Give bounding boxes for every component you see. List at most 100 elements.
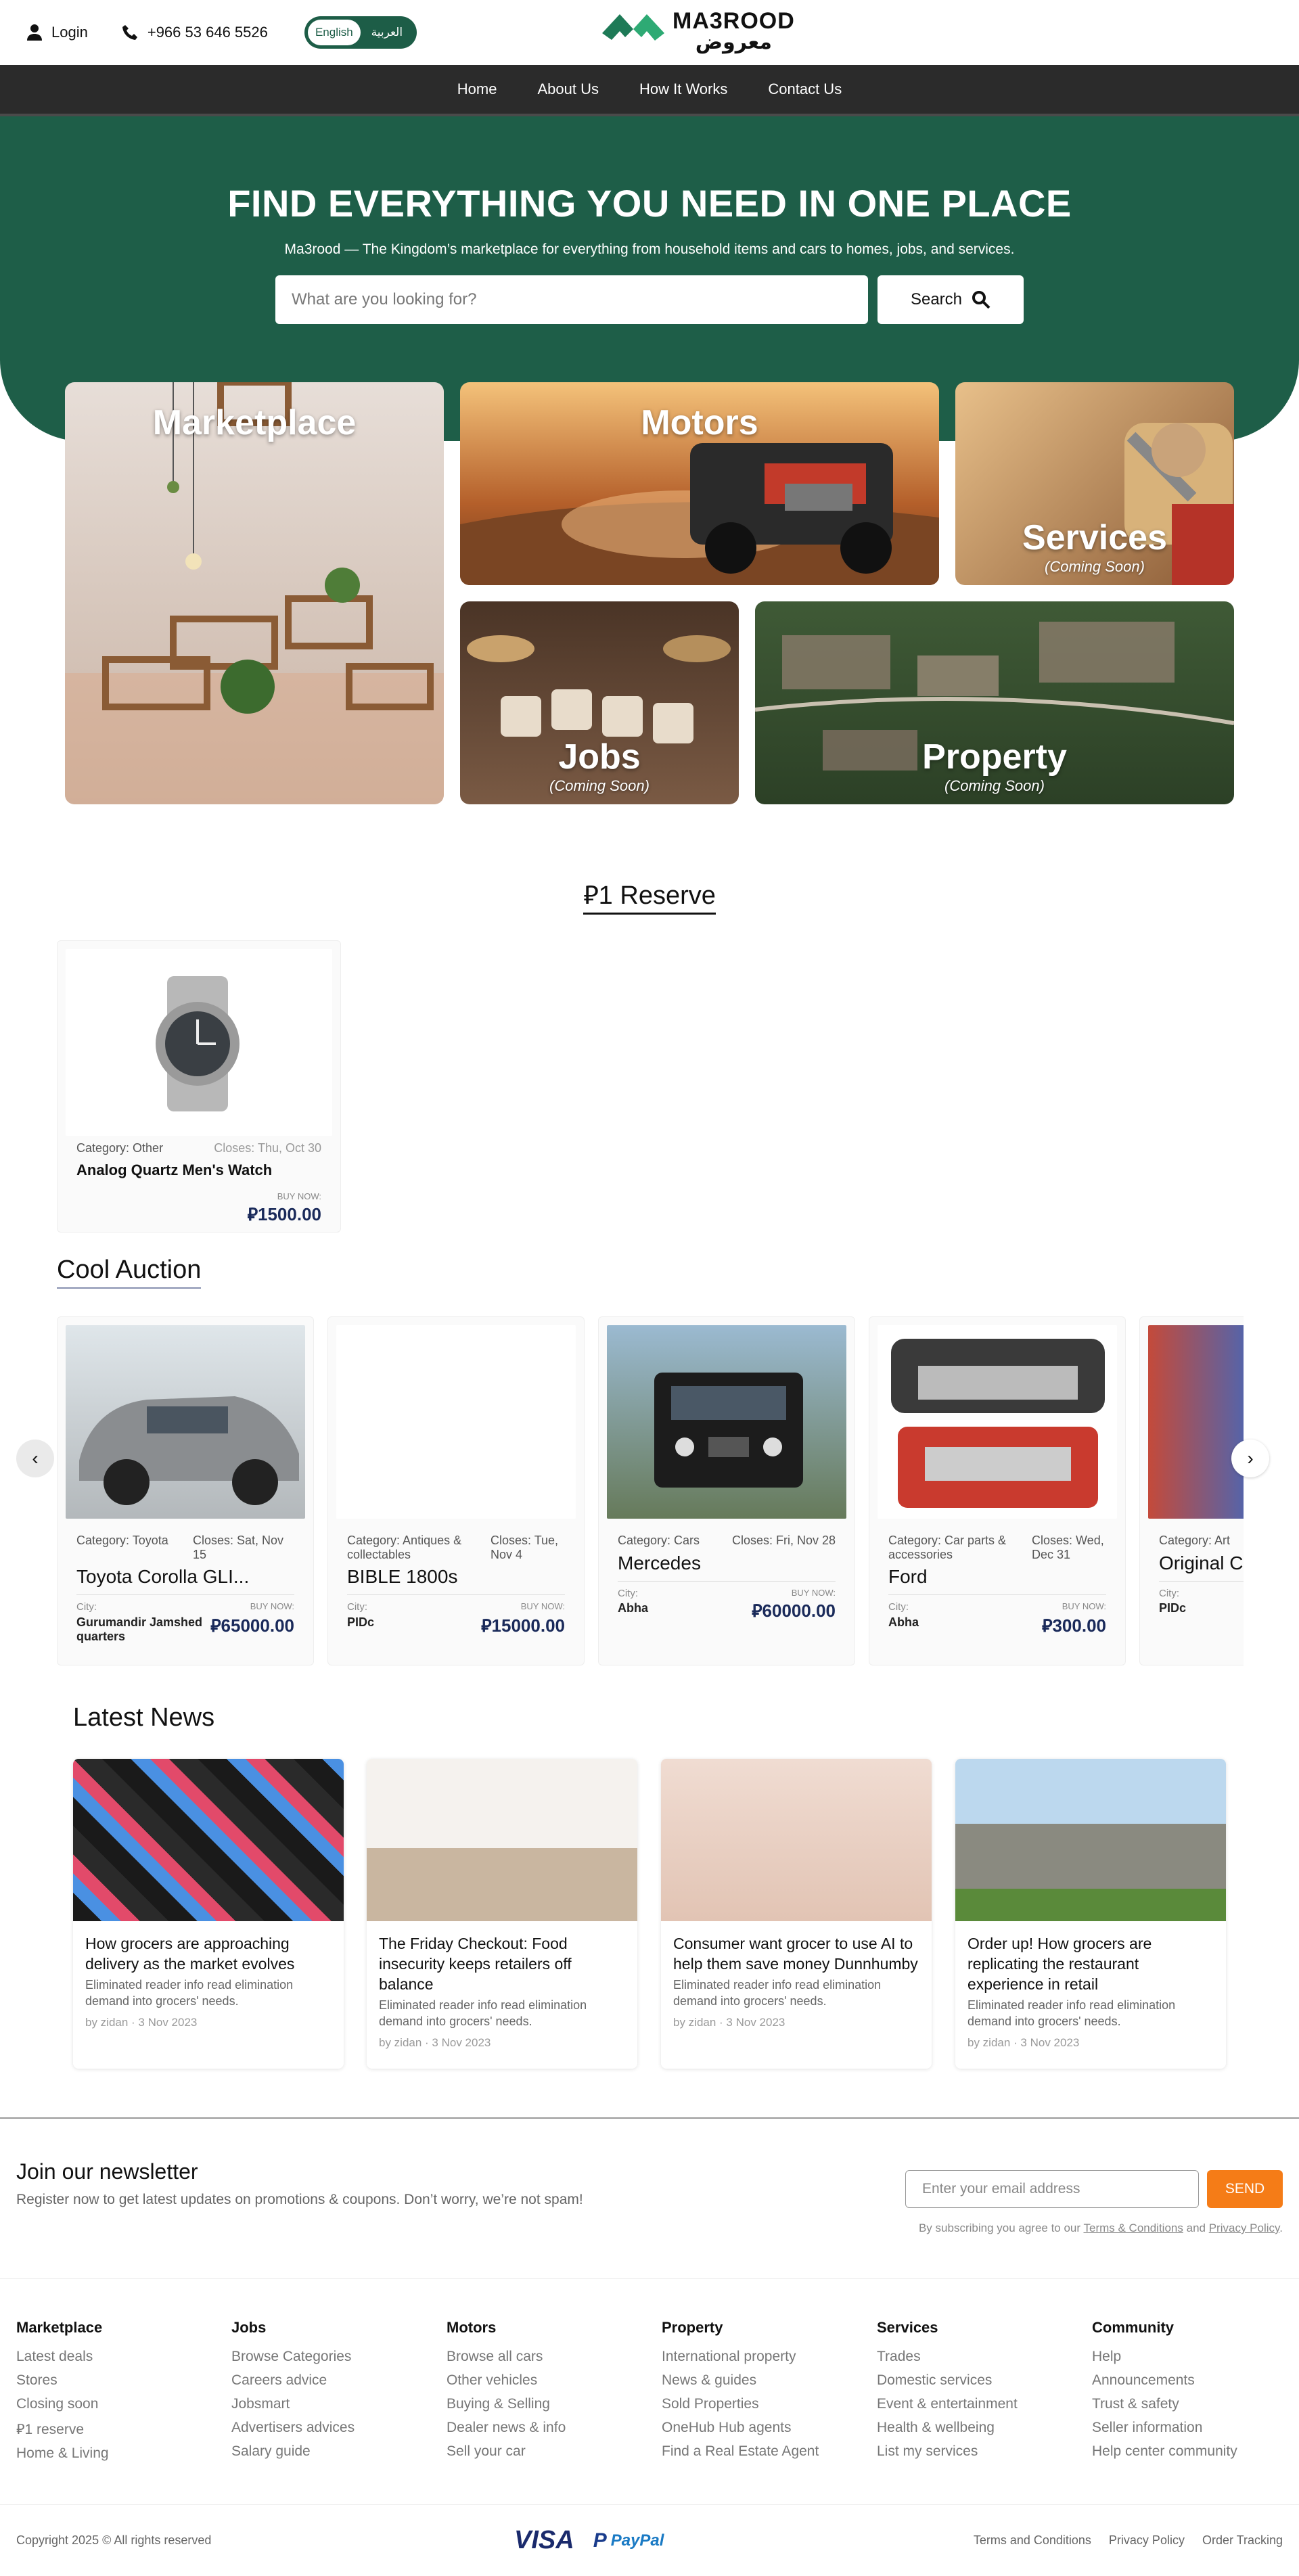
footer-link[interactable]: Trust & safety xyxy=(1092,2396,1299,2412)
language-toggle[interactable]: English العربية xyxy=(304,16,417,49)
search-input[interactable]: What are you looking for? xyxy=(275,275,868,324)
auction-closes: Closes: Fri, Nov 28 xyxy=(731,1534,836,1547)
auction-closes: Closes: Tue, Nov 4 xyxy=(491,1534,559,1561)
nav-how-it-works[interactable]: How It Works xyxy=(639,80,727,98)
footer-link[interactable]: Sold Properties xyxy=(662,2396,877,2412)
footer-link[interactable]: Home & Living xyxy=(16,2445,231,2462)
carousel-next-button[interactable]: › xyxy=(1231,1440,1269,1477)
footer-link[interactable]: Careers advice xyxy=(231,2372,447,2389)
auction-image-mercedes xyxy=(607,1325,846,1519)
lang-arabic[interactable]: العربية xyxy=(361,26,413,39)
auction-card[interactable]: Category: Art Original C City: PIDc xyxy=(1139,1316,1244,1665)
auction-buy-now-label: BUY NOW: xyxy=(520,1601,565,1611)
login-label: Login xyxy=(51,24,88,41)
auction-card[interactable]: Category: Toyota Closes: Sat, Nov 15 Toyo… xyxy=(57,1316,314,1665)
footer-link[interactable]: Event & entertainment xyxy=(877,2396,1092,2412)
footer-link[interactable]: Stores xyxy=(16,2372,231,2389)
nav-about[interactable]: About Us xyxy=(537,80,599,98)
auction-meta: Category: Car parts & accessories Closes:… xyxy=(888,1534,1106,1562)
footer-tracking-link[interactable]: Order Tracking xyxy=(1202,2533,1283,2548)
lang-english[interactable]: English xyxy=(307,20,361,45)
footer-links: Marketplace Latest deals Stores Closing … xyxy=(16,2319,1299,2469)
footer-link[interactable]: ⃁1 reserve xyxy=(16,2420,231,2438)
auction-city-label: City: xyxy=(1159,1588,1179,1599)
footer-col-title: Marketplace xyxy=(16,2319,103,2336)
category-property-title: Property xyxy=(922,737,1067,777)
auction-card[interactable]: Category: Antiques & collectables Closes:… xyxy=(327,1316,585,1665)
carousel-prev-button[interactable]: ‹ xyxy=(16,1440,54,1477)
footer-link[interactable]: Seller information xyxy=(1092,2420,1299,2436)
divider xyxy=(76,1594,294,1595)
footer-link[interactable]: International property xyxy=(662,2349,877,2365)
category-jobs[interactable]: Jobs (Coming Soon) xyxy=(460,601,739,804)
footer-link[interactable]: Jobsmart xyxy=(231,2396,447,2412)
footer-link[interactable]: Domestic services xyxy=(877,2372,1092,2389)
nav-contact[interactable]: Contact Us xyxy=(768,80,842,98)
news-card[interactable]: Order up! How grocers are replicating th… xyxy=(955,1759,1226,2069)
footer-link[interactable]: Sell your car xyxy=(447,2443,662,2460)
footer-link[interactable]: News & guides xyxy=(662,2372,877,2389)
footer-link[interactable]: Salary guide xyxy=(231,2443,447,2460)
site-logo[interactable]: MA3ROOD معروض xyxy=(602,9,795,53)
auction-category: Category: Toyota xyxy=(76,1534,168,1547)
nav-home[interactable]: Home xyxy=(457,80,497,98)
privacy-link[interactable]: Privacy Policy xyxy=(1209,2222,1280,2234)
footer-link[interactable]: Dealer news & info xyxy=(447,2420,662,2436)
reserve-product-card[interactable]: Category: Other Closes: Thu, Oct 30 Anal… xyxy=(57,940,341,1233)
phone-link[interactable]: +966 53 646 5526 xyxy=(122,24,268,41)
category-services[interactable]: Services (Coming Soon) xyxy=(955,382,1234,585)
auction-city-label: City: xyxy=(347,1601,367,1613)
footer-terms-link[interactable]: Terms and Conditions xyxy=(974,2533,1091,2548)
auction-price: ⃁60000.00 xyxy=(752,1601,836,1621)
footer-link[interactable]: Help center community xyxy=(1092,2443,1299,2460)
news-desc: Eliminated reader info read elimination … xyxy=(673,1978,882,2008)
category-motors[interactable]: Motors xyxy=(460,382,939,585)
newsletter-email-input[interactable]: Enter your email address xyxy=(905,2170,1199,2208)
footer-link[interactable]: Advertisers advices xyxy=(231,2420,447,2436)
news-image-bedroom xyxy=(367,1759,637,1921)
auction-city-label: City: xyxy=(888,1601,909,1613)
auction-city: Gurumandir Jamshed quarters xyxy=(76,1615,203,1643)
footer-link[interactable]: OneHub Hub agents xyxy=(662,2420,877,2436)
footer-link[interactable]: Other vehicles xyxy=(447,2372,662,2389)
footer-privacy-link[interactable]: Privacy Policy xyxy=(1109,2533,1185,2548)
footer-link[interactable]: Health & wellbeing xyxy=(877,2420,1092,2436)
reserve-meta: Category: Other Closes: Thu, Oct 30 xyxy=(76,1141,321,1155)
footer-link[interactable]: Announcements xyxy=(1092,2372,1299,2389)
footer-col-title: Motors xyxy=(447,2319,497,2336)
terms-link[interactable]: Terms & Conditions xyxy=(1083,2222,1183,2234)
footer-link[interactable]: Help xyxy=(1092,2349,1299,2365)
reserve-price: ⃁1500.00 xyxy=(247,1204,321,1224)
reserve-title-text: ⃁1 Reserve xyxy=(583,881,716,915)
newsletter-desc: Register now to get latest updates on pr… xyxy=(16,2192,583,2207)
terms-and: and xyxy=(1186,2222,1206,2234)
footer-link[interactable]: Browse Categories xyxy=(231,2349,447,2365)
footer-link[interactable]: Latest deals xyxy=(16,2349,231,2365)
auction-card[interactable]: Category: Cars Closes: Fri, Nov 28 Merced… xyxy=(598,1316,855,1665)
news-card[interactable]: Consumer want grocer to use AI to help t… xyxy=(661,1759,932,2069)
category-property[interactable]: Property (Coming Soon) xyxy=(755,601,1234,804)
category-marketplace[interactable]: Marketplace xyxy=(65,382,444,804)
top-bar: Login +966 53 646 5526 English العربية M… xyxy=(0,0,1299,65)
footer-legal-links: Terms and Conditions Privacy Policy Orde… xyxy=(974,2533,1283,2548)
footer-link[interactable]: Buying & Selling xyxy=(447,2396,662,2412)
footer-link[interactable]: Browse all cars xyxy=(447,2349,662,2365)
search-bar: What are you looking for? Search xyxy=(0,275,1299,324)
search-button[interactable]: Search xyxy=(878,275,1024,324)
reserve-closes: Closes: Thu, Oct 30 xyxy=(214,1141,321,1155)
divider xyxy=(888,1594,1106,1595)
divider xyxy=(1159,1581,1244,1582)
login-link[interactable]: Login xyxy=(27,24,88,41)
news-card[interactable]: How grocers are approaching delivery as … xyxy=(73,1759,344,2069)
footer-link[interactable]: Trades xyxy=(877,2349,1092,2365)
auction-city: Abha xyxy=(888,1615,919,1629)
footer-link[interactable]: Find a Real Estate Agent xyxy=(662,2443,877,2460)
footer-link[interactable]: List my services xyxy=(877,2443,1092,2460)
news-image-shelves xyxy=(661,1759,932,1921)
auction-card[interactable]: Category: Car parts & accessories Closes:… xyxy=(869,1316,1126,1665)
footer-link[interactable]: Closing soon xyxy=(16,2396,231,2412)
payment-logos: VISA P PayPal xyxy=(514,2526,664,2555)
news-card[interactable]: The Friday Checkout: Food insecurity kee… xyxy=(367,1759,637,2069)
logo-text-ar: معروض xyxy=(695,31,772,53)
newsletter-send-button[interactable]: SEND xyxy=(1207,2170,1283,2208)
